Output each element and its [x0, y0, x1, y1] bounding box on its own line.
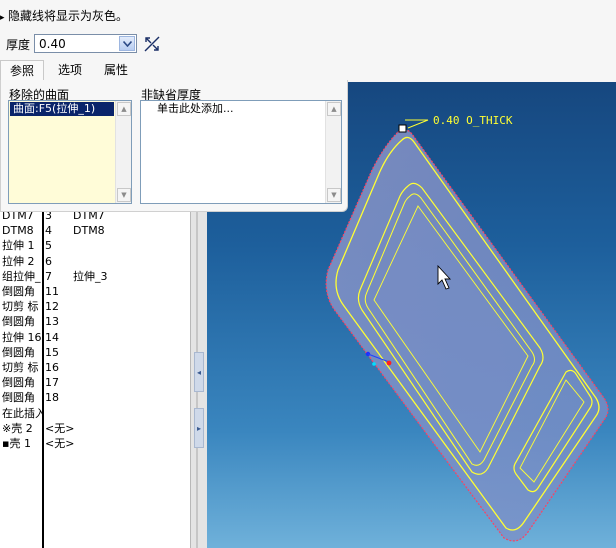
click-to-add-item[interactable]: 单击此处添加...: [157, 102, 234, 116]
thickness-dimension-label[interactable]: 0.40 O_THICK: [433, 114, 512, 127]
collapse-left-icon[interactable]: ◂: [194, 352, 204, 392]
tab-references[interactable]: 参照: [0, 60, 44, 80]
tree-item-id: 6: [45, 254, 52, 268]
tree-row[interactable]: 切剪 标 16: [0, 360, 190, 375]
tree-item-id: 4: [45, 224, 52, 238]
tree-item-id: 7: [45, 269, 52, 283]
tree-item-name: 拉伸 2: [2, 254, 35, 268]
nondefault-thickness-list[interactable]: 单击此处添加... ▲ ▼: [140, 100, 342, 204]
thickness-label: 厚度: [6, 38, 31, 52]
tree-item-name: ※壳 2: [2, 421, 33, 435]
tree-item-id: 13: [45, 315, 59, 329]
scroll-down-icon[interactable]: ▼: [117, 188, 131, 202]
tree-row[interactable]: 倒圆角 17: [0, 375, 190, 390]
model-tree: DTM7 3 DTM7 DTM8 4 DTM8 拉伸 1 5 拉伸 2 6 组拉伸_ 7 拉伸_3 倒圆角…: [0, 212, 190, 548]
tree-item-id: 16: [45, 361, 59, 374]
tree-row[interactable]: 倒圆角 15: [0, 345, 190, 360]
tree-row[interactable]: DTM8 4 DTM8: [0, 223, 190, 238]
tree-item-id: 14: [45, 330, 59, 344]
scroll-up-icon[interactable]: ▲: [117, 102, 131, 116]
thickness-value[interactable]: 0.40: [39, 36, 66, 52]
removed-surfaces-list[interactable]: 曲面:F5(拉伸_1) ▲ ▼: [8, 100, 132, 204]
tree-row[interactable]: DTM7 3 DTM7: [0, 212, 190, 223]
tree-item-id: 17: [45, 376, 59, 390]
tree-item-name: 倒圆角: [2, 391, 35, 405]
tree-item-name: 拉伸 1: [2, 239, 35, 253]
tab-options[interactable]: 选项: [50, 60, 90, 80]
tree-item-name: 在此插入: [2, 406, 42, 420]
thickness-list-scrollbar[interactable]: ▲ ▼: [325, 101, 341, 203]
removed-surface-item[interactable]: 曲面:F5(拉伸_1): [10, 102, 114, 116]
tree-row[interactable]: 在此插入: [0, 406, 190, 421]
removed-list-scrollbar[interactable]: ▲ ▼: [115, 101, 131, 203]
message-arrow-icon: ▸: [0, 13, 5, 23]
tree-row[interactable]: 切剪 标 12: [0, 299, 190, 314]
chevron-down-icon[interactable]: [119, 36, 135, 51]
tree-item-name: DTM7: [2, 212, 34, 222]
dashboard-tabs: 参照 选项 属性: [0, 60, 616, 80]
tree-row[interactable]: 倒圆角 11: [0, 284, 190, 299]
message-text: 隐藏线将显示为灰色。: [8, 9, 129, 23]
thickness-combobox[interactable]: 0.40: [34, 34, 137, 53]
tree-row[interactable]: ▪壳 1 <无>: [0, 436, 190, 451]
tree-item-id: 5: [45, 239, 52, 253]
tree-item-name: 倒圆角: [2, 345, 35, 359]
tree-item-feature: DTM8: [73, 224, 105, 238]
tree-row[interactable]: 拉伸 16 14: [0, 330, 190, 345]
tree-item-name: 切剪 标: [2, 300, 39, 314]
tree-item-name: 倒圆角: [2, 285, 35, 298]
tree-item-id: 11: [45, 285, 59, 298]
dashboard: ▸ 隐藏线将显示为灰色。 厚度 0.40 参照 选项 属性: [0, 0, 616, 82]
tree-item-name: 切剪 标: [2, 361, 39, 374]
tree-row[interactable]: 倒圆角 13: [0, 314, 190, 329]
tree-item-feature: DTM7: [73, 212, 105, 222]
tree-item-name: 倒圆角: [2, 376, 35, 390]
tree-item-name: 倒圆角: [2, 315, 35, 329]
tree-item-id: <无>: [45, 437, 75, 450]
tree-row[interactable]: 拉伸 2 6: [0, 254, 190, 269]
tree-row[interactable]: 倒圆角 18: [0, 390, 190, 405]
tree-item-name: ▪壳 1: [2, 437, 31, 450]
tree-row[interactable]: 拉伸 1 5: [0, 238, 190, 253]
tree-item-name: 组拉伸_: [2, 269, 41, 283]
tree-row[interactable]: 组拉伸_ 7 拉伸_3: [0, 269, 190, 284]
references-panel: 移除的曲面 非缺省厚度 曲面:F5(拉伸_1) ▲ ▼ 单击此处添加... ▲ …: [0, 80, 348, 212]
message-line: ▸ 隐藏线将显示为灰色。: [0, 8, 128, 24]
tree-item-id: 18: [45, 391, 59, 405]
expand-right-icon[interactable]: ▸: [194, 408, 204, 448]
panel-splitter[interactable]: ◂ ▸: [190, 212, 207, 548]
tree-item-id: <无>: [45, 421, 75, 435]
tree-item-id: 3: [45, 212, 52, 222]
tree-row[interactable]: ※壳 2 <无>: [0, 421, 190, 436]
tree-item-name: 拉伸 16: [2, 330, 42, 344]
flip-direction-icon[interactable]: [143, 35, 161, 53]
tree-item-id: 12: [45, 300, 59, 314]
tree-item-feature: 拉伸_3: [73, 269, 108, 283]
tree-item-name: DTM8: [2, 224, 34, 238]
tree-item-id: 15: [45, 345, 59, 359]
scroll-up-icon[interactable]: ▲: [327, 102, 341, 116]
scroll-down-icon[interactable]: ▼: [327, 188, 341, 202]
tab-properties[interactable]: 属性: [96, 60, 136, 80]
